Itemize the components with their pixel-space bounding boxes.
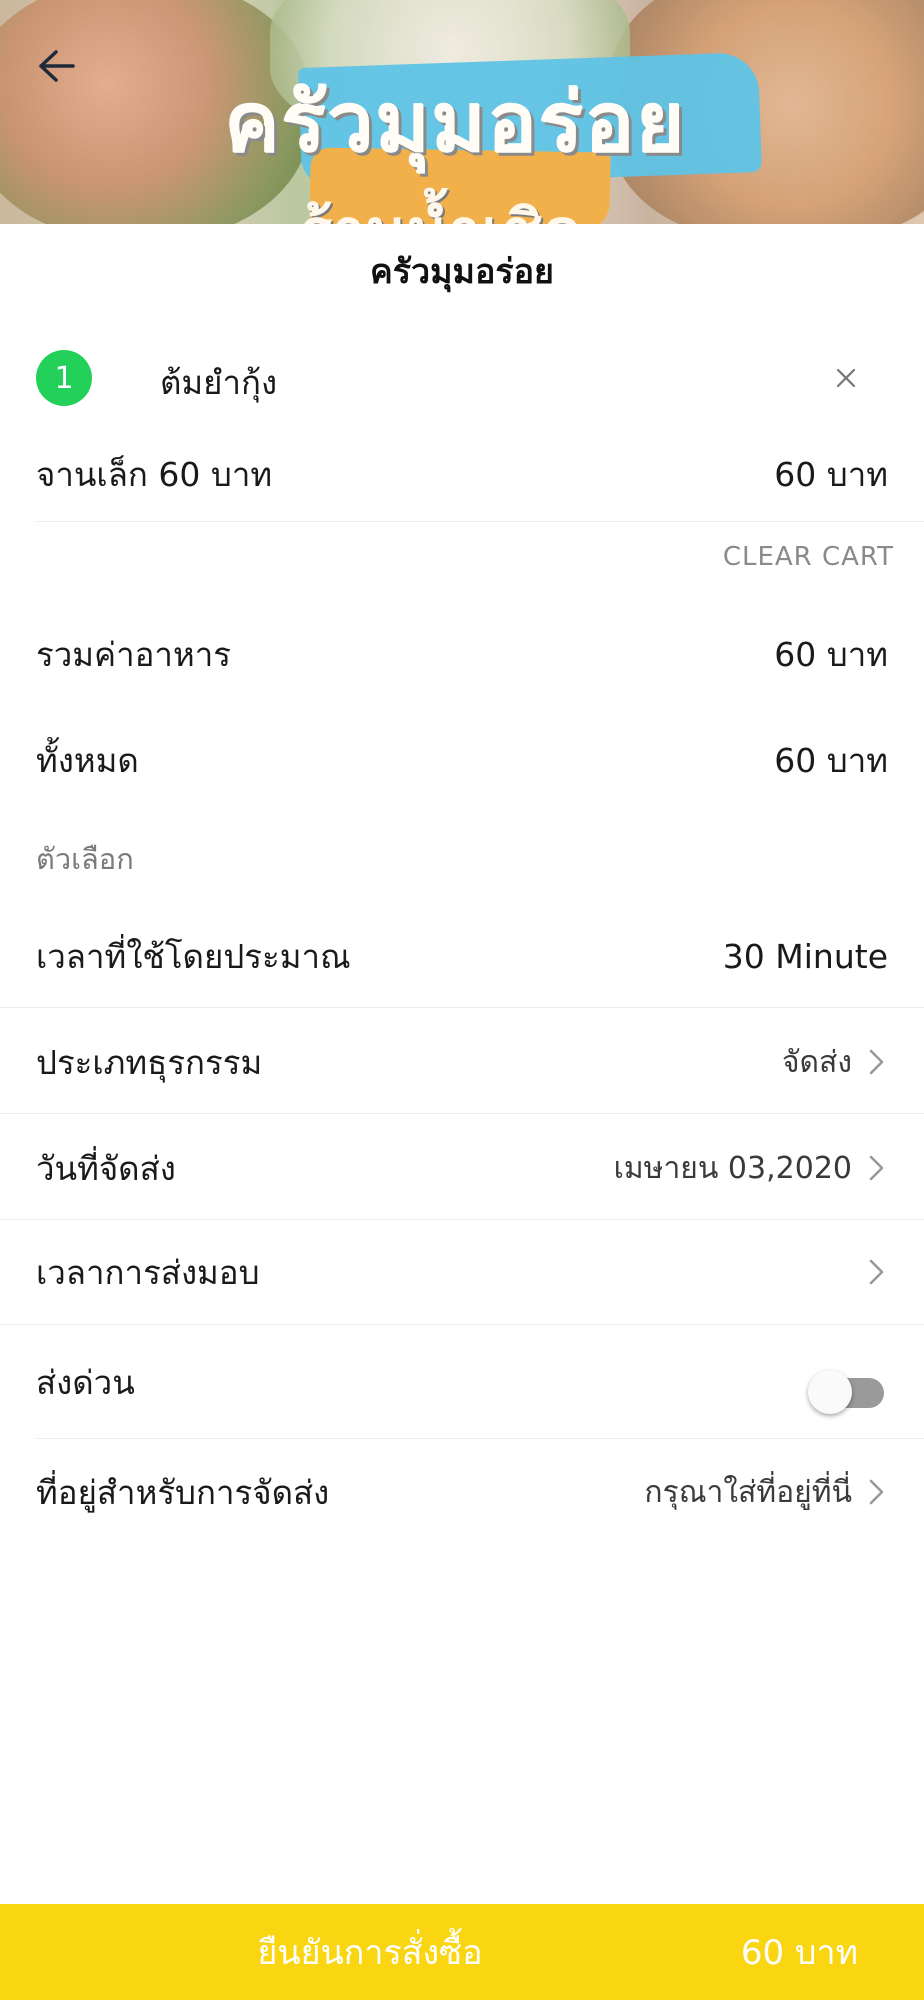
food-total-value: 60 บาท: [774, 634, 888, 674]
delivery-time-row[interactable]: เวลาการส่งมอบ: [0, 1244, 924, 1300]
delivery-time-label: เวลาการส่งมอบ: [36, 1252, 260, 1292]
grand-total-label: ทั้งหมด: [36, 740, 139, 780]
estimated-time-value: 30 Minute: [722, 936, 888, 976]
delivery-address-row[interactable]: ที่อยู่สำหรับการจัดส่ง กรุณาใส่ที่อยู่ที…: [0, 1464, 924, 1520]
cart-item-option: จานเล็ก 60 บาท: [36, 454, 273, 494]
business-type-label: ประเภทธุรกรรม: [36, 1042, 263, 1082]
divider: [0, 1324, 924, 1325]
divider: [0, 1007, 924, 1008]
quantity-badge: 1: [36, 350, 92, 406]
page-title: ครัวมุมอร่อย: [370, 252, 554, 292]
grand-total-value: 60 บาท: [774, 740, 888, 780]
toggle-knob: [808, 1370, 852, 1414]
delivery-address-placeholder: กรุณาใส่ที่อยู่ที่นี่: [644, 1474, 852, 1510]
delivery-address-label: ที่อยู่สำหรับการจัดส่ง: [36, 1472, 330, 1512]
divider: [36, 1438, 924, 1439]
delivery-date-label: วันที่จัดส่ง: [36, 1148, 176, 1188]
delivery-date-row[interactable]: วันที่จัดส่ง เมษายน 03,2020: [0, 1140, 924, 1196]
business-type-row[interactable]: ประเภทธุรกรรม จัดส่ง: [0, 1034, 924, 1090]
business-type-value: จัดส่ง: [781, 1044, 852, 1080]
order-page: ครัวมุมอร่อย ร้านน้ำเชิด ครัวมุมอร่อย 1 …: [0, 0, 924, 2000]
cart-item-name: ต้มยำกุ้ง: [160, 363, 278, 402]
options-section-label: ตัวเลือก: [36, 842, 134, 876]
chevron-right-icon: [869, 1259, 884, 1285]
chevron-right-icon: [869, 1049, 884, 1075]
divider: [36, 521, 924, 522]
confirm-order-button[interactable]: ยืนยันการสั่งซื้อ 60 บาท: [0, 1904, 924, 2000]
divider: [0, 1113, 924, 1114]
clear-cart-button[interactable]: CLEAR CART: [723, 542, 894, 572]
express-delivery-row: ส่งด่วน: [0, 1354, 924, 1410]
cart-item: 1 ต้มยำกุ้ง: [0, 340, 924, 420]
remove-item-button[interactable]: [826, 358, 866, 398]
confirm-order-total: 60 บาท: [740, 1933, 858, 1973]
chevron-right-icon: [869, 1155, 884, 1181]
express-delivery-label: ส่งด่วน: [36, 1362, 135, 1402]
arrow-left-icon: [39, 50, 75, 82]
close-icon: [836, 368, 856, 388]
grand-total-row: ทั้งหมด 60 บาท: [0, 732, 924, 788]
back-button[interactable]: [30, 40, 82, 92]
confirm-order-label: ยืนยันการสั่งซื้อ: [257, 1933, 483, 1973]
estimated-time-label: เวลาที่ใช้โดยประมาณ: [36, 936, 351, 976]
delivery-date-value: เมษายน 03,2020: [613, 1150, 852, 1186]
food-total-row: รวมค่าอาหาร 60 บาท: [0, 626, 924, 682]
banner-logo-subtext: ร้านน้ำเชิด: [300, 184, 582, 224]
cart-item-option-row: จานเล็ก 60 บาท 60 บาท: [0, 446, 924, 502]
divider: [0, 1219, 924, 1220]
cart-item-price: 60 บาท: [774, 454, 888, 494]
chevron-right-icon: [869, 1479, 884, 1505]
banner-logo-text: ครัวมุมอร่อย: [225, 76, 687, 171]
restaurant-banner-image: ครัวมุมอร่อย ร้านน้ำเชิด: [0, 0, 924, 224]
food-total-label: รวมค่าอาหาร: [36, 634, 231, 674]
estimated-time-row: เวลาที่ใช้โดยประมาณ 30 Minute: [0, 928, 924, 984]
express-delivery-toggle[interactable]: [808, 1364, 888, 1420]
